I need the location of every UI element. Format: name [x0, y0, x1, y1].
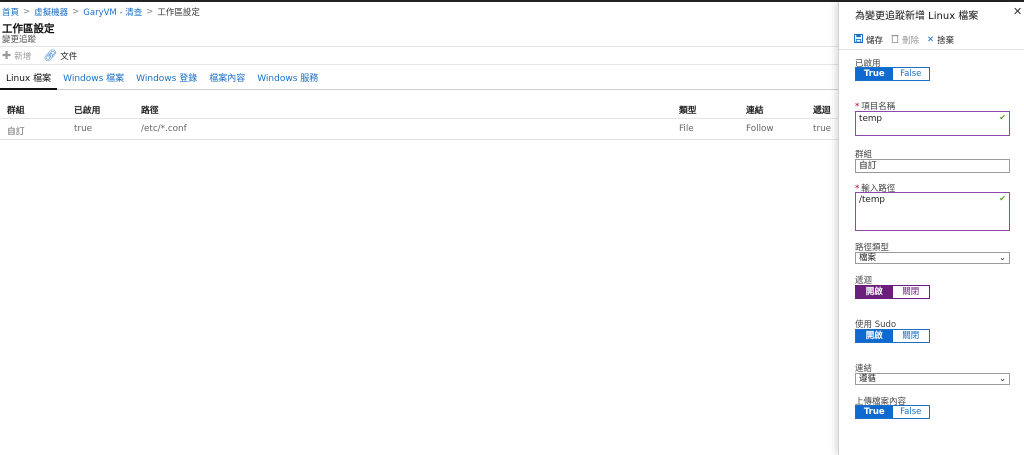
discard-x-icon: ✕ — [927, 34, 935, 45]
recursion-toggle: 開啟 關閉 — [855, 285, 930, 299]
breadcrumb-separator: > — [146, 7, 154, 17]
add-linux-file-blade: 為變更追蹤新增 Linux 檔案 ✕ 儲存 刪除 ✕ 捨棄 已啟用 True F… — [838, 2, 1024, 455]
path-value: /temp — [859, 195, 885, 205]
discard-button[interactable]: ✕ 捨棄 — [927, 34, 954, 46]
enabled-true-option[interactable]: True — [856, 68, 893, 80]
tab-windows-services[interactable]: Windows 服務 — [251, 72, 324, 90]
group-value: 自訂 — [859, 161, 877, 171]
links-value: 遵循 — [859, 374, 877, 384]
cell-links: Follow — [746, 124, 774, 134]
blade-title: 為變更追蹤新增 Linux 檔案 — [855, 11, 979, 22]
links-select[interactable]: 遵循 ⌄ — [855, 373, 1010, 385]
column-header-type[interactable]: 類型 — [679, 103, 697, 116]
enabled-false-option[interactable]: False — [892, 68, 929, 80]
cell-group: 自訂 — [7, 127, 25, 137]
use-sudo-toggle: 開啟 關閉 — [855, 329, 930, 343]
tab-windows-files[interactable]: Windows 檔案 — [57, 72, 130, 90]
plus-icon: ✚ — [2, 49, 12, 62]
column-header-links[interactable]: 連結 — [746, 103, 764, 116]
cell-path: /etc/*.conf — [141, 124, 187, 134]
tab-file-content[interactable]: 檔案內容 — [203, 72, 251, 90]
item-name-value: temp — [859, 114, 883, 124]
column-header-path[interactable]: 路徑 — [141, 103, 159, 116]
save-label: 儲存 — [866, 35, 884, 46]
blade-toolbar: 儲存 刪除 ✕ 捨棄 — [839, 30, 1024, 50]
enabled-toggle: True False — [855, 67, 930, 81]
add-button[interactable]: ✚ 新增 — [2, 50, 31, 62]
discard-label: 捨棄 — [937, 35, 955, 46]
path-type-value: 檔案 — [859, 253, 877, 263]
files-table: 群組 已啟用 路徑 類型 連結 遞迴 自訂 true /etc/*.conf F… — [0, 98, 838, 140]
breadcrumb-vms[interactable]: 虛擬機器 — [34, 6, 68, 18]
breadcrumb-current: 工作區設定 — [157, 8, 200, 18]
link-icon: 🔗︎ — [43, 49, 58, 62]
breadcrumb-vm-inventory[interactable]: GaryVM - 清查 — [83, 6, 142, 18]
column-header-recursion[interactable]: 遞迴 — [813, 103, 831, 116]
breadcrumb-home[interactable]: 首頁 — [2, 6, 19, 18]
delete-button[interactable]: 刪除 — [891, 34, 919, 46]
item-name-input[interactable]: temp ✔ — [855, 111, 1010, 136]
breadcrumb-separator: > — [72, 7, 80, 17]
main-area: 首頁 > 虛擬機器 > GaryVM - 清查 > 工作區設定 工作區設定 變更… — [0, 2, 838, 455]
upload-content-toggle: True False — [855, 405, 930, 419]
save-button[interactable]: 儲存 — [853, 33, 884, 46]
group-input[interactable]: 自訂 — [855, 159, 1010, 173]
sudo-on-option[interactable]: 開啟 — [856, 330, 893, 342]
toolbar: ✚ 新增 🔗︎ 文件 — [0, 46, 838, 65]
column-header-enabled[interactable]: 已啟用 — [74, 103, 100, 116]
documentation-button[interactable]: 🔗︎ 文件 — [43, 50, 77, 62]
table-row[interactable]: 自訂 true /etc/*.conf File Follow true — [0, 119, 838, 140]
add-label: 新增 — [14, 51, 32, 62]
cell-enabled: true — [74, 124, 93, 134]
chevron-down-icon: ⌄ — [999, 374, 1006, 383]
save-icon — [853, 33, 864, 46]
valid-check-icon: ✔ — [999, 113, 1006, 122]
recursion-off-option[interactable]: 關閉 — [892, 286, 929, 298]
table-header-row: 群組 已啟用 路徑 類型 連結 遞迴 — [0, 98, 838, 119]
documentation-label: 文件 — [60, 51, 78, 62]
cell-recursion: true — [813, 124, 832, 134]
valid-check-icon: ✔ — [999, 194, 1006, 203]
tab-windows-registry[interactable]: Windows 登錄 — [130, 72, 203, 90]
upload-false-option[interactable]: False — [892, 406, 929, 418]
recursion-on-option[interactable]: 開啟 — [856, 286, 893, 298]
chevron-down-icon: ⌄ — [999, 253, 1006, 262]
column-header-group[interactable]: 群組 — [7, 103, 25, 116]
page-subtitle: 變更追蹤 — [2, 35, 37, 45]
cell-type: File — [679, 124, 694, 134]
close-icon[interactable]: ✕ — [1013, 5, 1022, 18]
trash-icon — [891, 34, 899, 46]
delete-label: 刪除 — [902, 35, 920, 46]
breadcrumb: 首頁 > 虛擬機器 > GaryVM - 清查 > 工作區設定 — [2, 6, 200, 18]
path-input[interactable]: /temp ✔ — [855, 192, 1010, 231]
tab-bar: Linux 檔案 Windows 檔案 Windows 登錄 檔案內容 Wind… — [0, 72, 838, 90]
path-type-select[interactable]: 檔案 ⌄ — [855, 252, 1010, 264]
sudo-off-option[interactable]: 關閉 — [892, 330, 929, 342]
breadcrumb-separator: > — [23, 7, 31, 17]
tab-linux-files[interactable]: Linux 檔案 — [0, 72, 58, 90]
upload-true-option[interactable]: True — [856, 406, 893, 418]
